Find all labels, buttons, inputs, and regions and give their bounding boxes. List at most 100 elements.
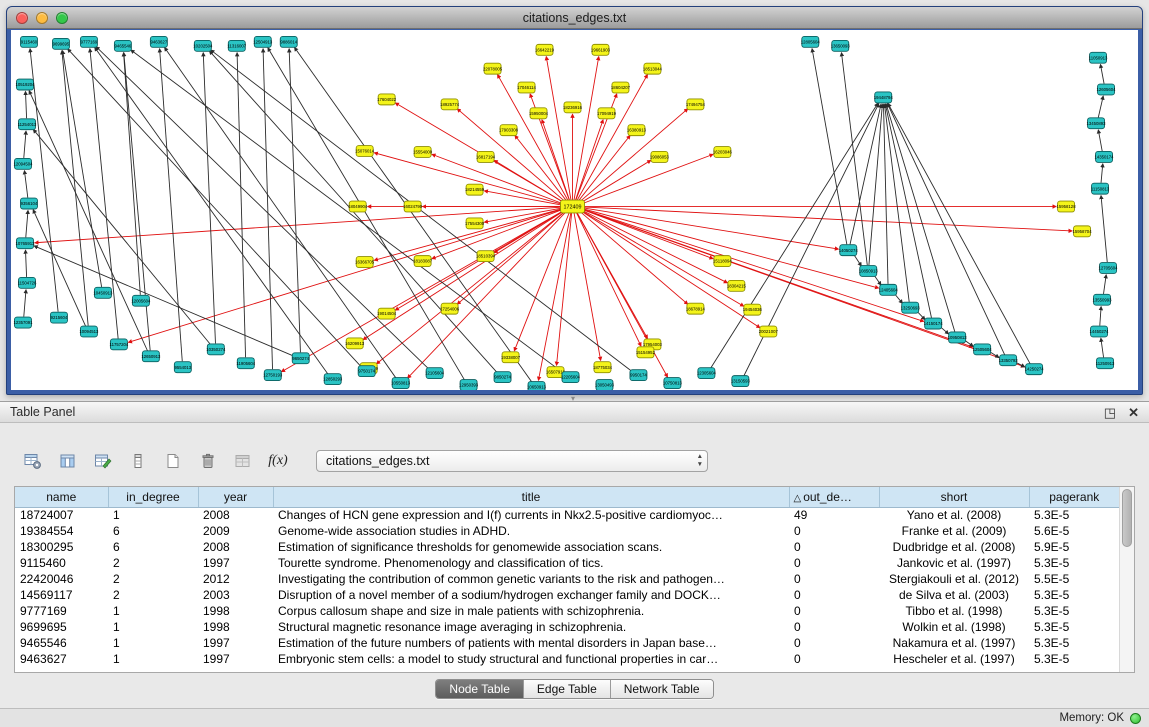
cell-short[interactable]: Tibbo et al. (1998) (879, 603, 1029, 619)
graph-edge[interactable] (128, 208, 564, 342)
table-row[interactable]: 2242004622012Investigating the contribut… (15, 571, 1119, 587)
cell-title[interactable]: Changes of HCN gene expression and I(f) … (273, 507, 789, 523)
graph-node[interactable] (441, 99, 458, 110)
graph-node[interactable] (760, 326, 777, 337)
graph-edge[interactable] (883, 104, 888, 284)
graph-node[interactable] (194, 40, 211, 51)
graph-node[interactable] (630, 370, 647, 381)
cell-year[interactable]: 1997 (198, 651, 273, 667)
table-row[interactable]: 1830029562008Estimation of significance … (15, 539, 1119, 555)
graph-node[interactable] (237, 358, 254, 369)
graph-edge[interactable] (289, 49, 300, 352)
network-table-select[interactable]: citations_edges.txt ▲▼ (316, 450, 708, 472)
graph-edge[interactable] (514, 212, 569, 351)
graph-node[interactable] (356, 257, 373, 268)
cell-title[interactable]: Structural magnetic resonance image aver… (273, 619, 789, 635)
graph-node[interactable] (536, 44, 553, 55)
graph-edge[interactable] (26, 210, 28, 237)
graph-node[interactable] (644, 63, 661, 74)
cell-name[interactable]: 9465546 (15, 635, 108, 651)
graph-node[interactable] (687, 99, 704, 110)
graph-node[interactable] (880, 284, 897, 295)
cell-pagerank[interactable]: 5.5E-5 (1029, 571, 1119, 587)
cell-pagerank[interactable]: 5.3E-5 (1029, 603, 1119, 619)
graph-node[interactable] (80, 36, 97, 47)
graph-edge[interactable] (30, 49, 58, 312)
cell-name[interactable]: 18724007 (15, 507, 108, 523)
graph-node[interactable] (1026, 364, 1043, 375)
cell-pagerank[interactable]: 5.9E-5 (1029, 539, 1119, 555)
graph-hub-node[interactable] (561, 200, 585, 213)
graph-node[interactable] (974, 344, 991, 355)
cell-name[interactable]: 9699695 (15, 619, 108, 635)
tab-node-table[interactable]: Node Table (436, 680, 524, 698)
graph-edge[interactable] (263, 49, 272, 369)
graph-node[interactable] (132, 295, 149, 306)
cell-out_degree[interactable]: 0 (789, 619, 879, 635)
graph-edge[interactable] (538, 212, 570, 380)
graph-edge[interactable] (408, 211, 567, 378)
graph-node[interactable] (346, 338, 363, 349)
cell-name[interactable]: 14569117 (15, 587, 108, 603)
graph-edge[interactable] (63, 51, 102, 287)
cell-pagerank[interactable]: 5.6E-5 (1029, 523, 1119, 539)
graph-node[interactable] (20, 36, 37, 47)
cell-name[interactable]: 9777169 (15, 603, 108, 619)
graph-node[interactable] (414, 147, 431, 158)
cell-in_degree[interactable]: 1 (108, 635, 198, 651)
table-row[interactable]: 946554611997Estimation of the future num… (15, 635, 1119, 651)
graph-node[interactable] (518, 82, 535, 93)
graph-node[interactable] (80, 326, 97, 337)
graph-node[interactable] (596, 380, 613, 390)
cell-out_degree[interactable]: 0 (789, 587, 879, 603)
graph-node[interactable] (1074, 226, 1091, 237)
cell-title[interactable]: Genome-wide association studies in ADHD. (273, 523, 789, 539)
graph-edge[interactable] (557, 212, 572, 365)
graph-node[interactable] (664, 378, 681, 389)
edit-columns-button[interactable] (90, 449, 116, 473)
close-panel-icon[interactable]: ✕ (1128, 406, 1139, 419)
cell-year[interactable]: 2012 (198, 571, 273, 587)
graph-node[interactable] (562, 372, 579, 383)
cell-title[interactable]: Estimation of significance thresholds fo… (273, 539, 789, 555)
graph-node[interactable] (1000, 355, 1017, 366)
graph-edge[interactable] (25, 91, 26, 118)
graph-node[interactable] (732, 376, 749, 387)
cell-in_degree[interactable]: 2 (108, 571, 198, 587)
graph-node[interactable] (150, 36, 167, 47)
graph-edge[interactable] (34, 246, 293, 356)
cell-out_degree[interactable]: 0 (789, 571, 879, 587)
graph-edge[interactable] (1100, 65, 1104, 84)
graph-edge[interactable] (580, 154, 713, 204)
cell-name[interactable]: 18300295 (15, 539, 108, 555)
graph-node[interactable] (404, 201, 421, 212)
table-row[interactable]: 1938455462009Genome-wide association stu… (15, 523, 1119, 539)
graph-edge[interactable] (1101, 196, 1107, 263)
graph-node[interactable] (94, 287, 111, 298)
table-row[interactable]: 946362711997Embryonic stem cells: a mode… (15, 651, 1119, 667)
single-column-button[interactable] (125, 449, 151, 473)
graph-node[interactable] (264, 370, 281, 381)
graph-node[interactable] (547, 367, 564, 378)
graph-node[interactable] (687, 303, 704, 314)
graph-node[interactable] (1094, 294, 1111, 305)
tab-edge-table[interactable]: Edge Table (524, 680, 611, 698)
cell-title[interactable]: Disruption of a novel member of a sodium… (273, 587, 789, 603)
graph-node[interactable] (356, 146, 373, 157)
graph-node[interactable] (949, 332, 966, 343)
graph-node[interactable] (392, 378, 409, 389)
cell-name[interactable]: 9463627 (15, 651, 108, 667)
graph-node[interactable] (802, 36, 819, 47)
graph-node[interactable] (484, 63, 501, 74)
cell-title[interactable]: Investigating the contribution of common… (273, 571, 789, 587)
graph-edge[interactable] (854, 254, 862, 265)
graph-edge[interactable] (24, 171, 27, 198)
graph-edge[interactable] (165, 48, 396, 379)
cell-year[interactable]: 2008 (198, 539, 273, 555)
graph-edge[interactable] (25, 250, 26, 277)
cell-in_degree[interactable]: 6 (108, 523, 198, 539)
graph-node[interactable] (52, 38, 69, 49)
cell-in_degree[interactable]: 1 (108, 507, 198, 523)
graph-edge[interactable] (580, 209, 728, 283)
graph-edge[interactable] (1101, 338, 1104, 357)
